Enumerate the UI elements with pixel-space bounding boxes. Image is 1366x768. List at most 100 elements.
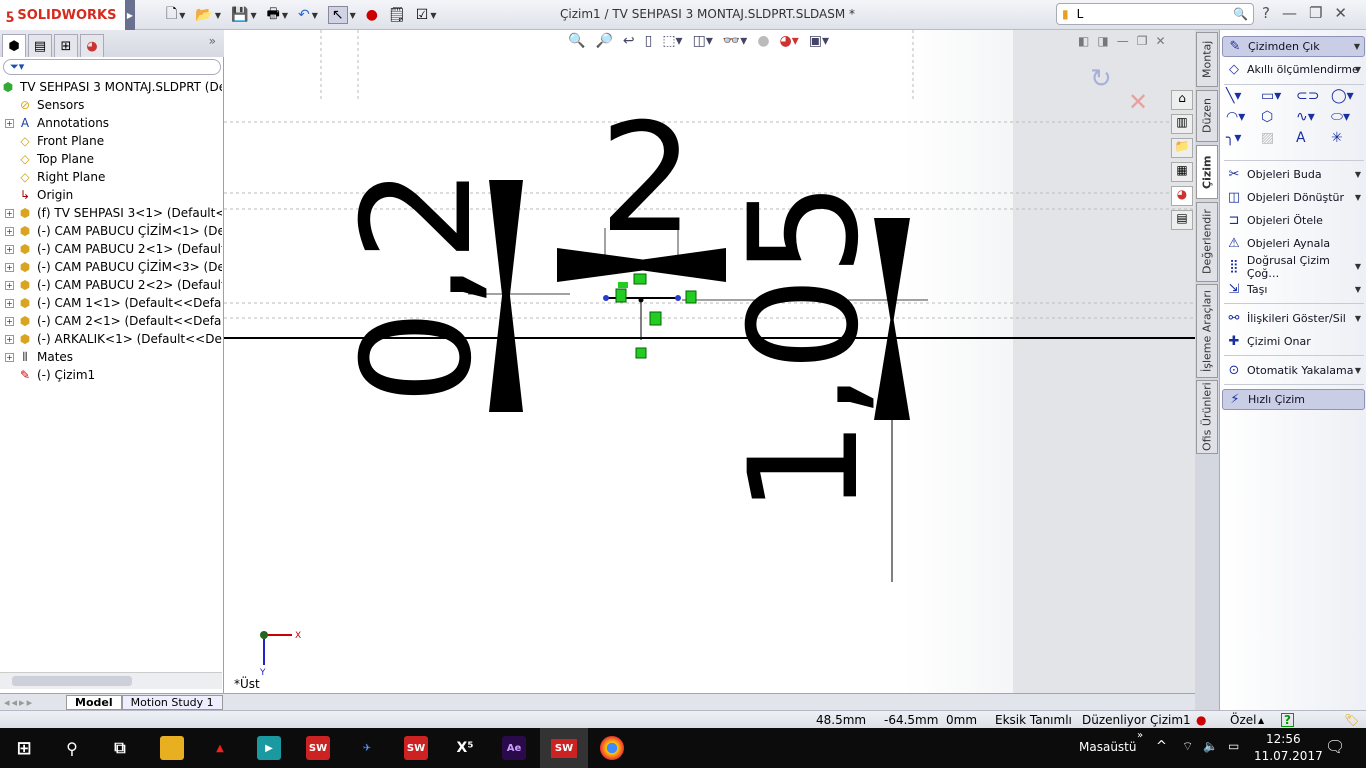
section-view-icon[interactable]: ▯: [645, 33, 653, 49]
clock-time[interactable]: 12:56: [1266, 732, 1301, 746]
action-center-icon[interactable]: 🗨: [1325, 737, 1345, 756]
chevron-down-icon[interactable]: ▼: [1355, 366, 1361, 375]
tree-item[interactable]: ◇ Front Plane: [0, 132, 222, 150]
search-input[interactable]: L: [1077, 7, 1225, 21]
home-icon[interactable]: ⌂: [1171, 90, 1193, 110]
display-manager-tab-icon[interactable]: ◕: [80, 34, 104, 57]
sketch-tool-button[interactable]: ⣿ Doğrusal Çizim Çoğ… ▼: [1222, 254, 1365, 280]
file-explorer-icon[interactable]: 📁: [1171, 138, 1193, 158]
tree-root[interactable]: ⬢ TV SEHPASI 3 MONTAJ.SLDPRT (Defa: [0, 78, 222, 96]
fillet-tool-icon[interactable]: ╮▾: [1226, 130, 1261, 146]
tree-item[interactable]: + ⬢ (-) CAM PABUCU 2<2> (Default<<: [0, 276, 222, 294]
tree-item[interactable]: + ⬢ (f) TV SEHPASI 3<1> (Default<<De: [0, 204, 222, 222]
search-icon[interactable]: ⚲: [60, 736, 84, 760]
expand-icon[interactable]: +: [5, 262, 14, 272]
task-view-icon[interactable]: ⧉: [108, 736, 132, 760]
sketch-tool-button[interactable]: ⊐ Objeleri Ötele: [1222, 210, 1365, 231]
horizontal-scrollbar[interactable]: [0, 672, 222, 689]
circle-tool-icon[interactable]: ◯▾: [1331, 88, 1366, 104]
toolbar-expand-icon[interactable]: »: [1137, 730, 1143, 741]
solidworks-icon[interactable]: SW: [306, 736, 330, 760]
tab-motion-study[interactable]: Motion Study 1: [121, 694, 223, 710]
sketch-tool-button[interactable]: ⚠ Objeleri Aynala: [1222, 233, 1365, 254]
slot-tool-icon[interactable]: ⊂⊃: [1296, 88, 1331, 104]
appearances-icon[interactable]: ◕: [1171, 186, 1193, 206]
search-icon[interactable]: 🔍: [1233, 7, 1248, 21]
view-orientation-icon[interactable]: ⬚▾: [662, 33, 682, 49]
expand-icon[interactable]: +: [5, 208, 14, 218]
expand-icon[interactable]: +: [5, 280, 14, 290]
tree-item[interactable]: + ⬢ (-) CAM PABUCU ÇİZİM<3> (Defa: [0, 258, 222, 276]
feature-manager-tab-icon[interactable]: ⬢: [2, 34, 26, 57]
tile-right-icon[interactable]: ◨: [1097, 34, 1108, 48]
solidworks-2016-icon[interactable]: SW: [404, 736, 428, 760]
chevron-down-icon[interactable]: ▼: [1354, 42, 1360, 51]
app-icon[interactable]: ▶: [257, 736, 281, 760]
expand-icon[interactable]: +: [5, 316, 14, 326]
solidworks-logo[interactable]: ƽ SOLIDWORKS: [0, 0, 125, 30]
print-icon[interactable]: 🖶: [267, 3, 280, 27]
dimension-1-05[interactable]: 1,05: [718, 181, 892, 515]
ellipse-tool-icon[interactable]: ⬭▾: [1331, 109, 1366, 125]
polygon-tool-icon[interactable]: ⬡: [1261, 109, 1296, 125]
expand-icon[interactable]: +: [5, 352, 14, 362]
search-box[interactable]: ▮ L 🔍: [1056, 3, 1254, 25]
sketch-tool-button[interactable]: ⚡ Hızlı Çizim: [1222, 389, 1365, 410]
expand-icon[interactable]: +: [5, 226, 14, 236]
text-tool-icon[interactable]: A: [1296, 130, 1331, 146]
chrome-icon[interactable]: [600, 736, 624, 760]
expand-icon[interactable]: +: [5, 118, 14, 128]
command-tab[interactable]: Montaj: [1196, 32, 1218, 87]
expand-icon[interactable]: +: [5, 334, 14, 344]
tree-item[interactable]: + A Annotations: [0, 114, 222, 132]
chevron-down-icon[interactable]: ▼: [430, 11, 436, 20]
tag-icon[interactable]: 🏷: [1344, 713, 1359, 727]
autocad-icon[interactable]: ▲: [208, 736, 232, 760]
file-explorer-icon[interactable]: [160, 736, 184, 760]
command-tab[interactable]: Değerlendir: [1196, 202, 1218, 282]
arc-tool-icon[interactable]: ◠▾: [1226, 109, 1261, 125]
command-tab[interactable]: Düzen: [1196, 90, 1218, 142]
view-palette-icon[interactable]: ▦: [1171, 162, 1193, 182]
tab-scroll-arrows[interactable]: ◂◂▸▸: [0, 696, 66, 709]
tree-item[interactable]: + ⬢ (-) CAM 2<1> (Default<<Default>: [0, 312, 222, 330]
desktop-toolbar-label[interactable]: Masaüstü: [1079, 740, 1136, 754]
restore-button[interactable]: ❐: [1309, 4, 1322, 22]
confirm-sketch-icon[interactable]: ↻: [1090, 64, 1112, 94]
command-tab[interactable]: Çizim: [1196, 145, 1218, 199]
close-doc-button[interactable]: ✕: [1155, 34, 1165, 48]
new-document-icon[interactable]: 🗋: [166, 3, 177, 27]
tree-item[interactable]: + ⬢ (-) CAM PABUCU 2<1> (Default<<: [0, 240, 222, 258]
clock-date[interactable]: 11.07.2017: [1254, 749, 1323, 763]
tile-left-icon[interactable]: ◧: [1078, 34, 1089, 48]
dimension-0-2[interactable]: 0,2: [331, 166, 505, 405]
open-icon[interactable]: 📂: [195, 7, 212, 23]
zoom-to-fit-icon[interactable]: 🔍: [568, 33, 585, 49]
command-tab[interactable]: Ofis Ürünleri: [1196, 380, 1218, 454]
configuration-manager-tab-icon[interactable]: ⊞: [54, 34, 78, 57]
chevron-down-icon[interactable]: ▼: [1355, 193, 1361, 202]
units-selector[interactable]: Özel: [1230, 713, 1256, 727]
spline-tool-icon[interactable]: ∿▾: [1296, 109, 1331, 125]
sketch-entity[interactable]: [603, 273, 697, 359]
custom-properties-icon[interactable]: ▤: [1171, 210, 1193, 230]
dimension-2[interactable]: 2: [599, 92, 694, 266]
tree-item[interactable]: ✎ (-) Çizim1: [0, 366, 222, 384]
tree-item[interactable]: ↳ Origin: [0, 186, 222, 204]
previous-view-icon[interactable]: ↩: [623, 33, 635, 49]
chevron-down-icon[interactable]: ▼: [1355, 65, 1361, 74]
wifi-icon[interactable]: ⌔: [1182, 739, 1193, 754]
exit-sketch-button[interactable]: ✎ Çizimden Çık ▼: [1222, 36, 1365, 57]
help-icon[interactable]: ?: [1281, 713, 1294, 727]
undo-icon[interactable]: ↶: [298, 7, 310, 23]
point-tool-icon[interactable]: ✳: [1331, 130, 1366, 146]
cancel-sketch-icon[interactable]: ✕: [1128, 88, 1148, 116]
options-icon[interactable]: ☑: [416, 7, 429, 23]
expand-icon[interactable]: +: [5, 244, 14, 254]
graphics-area[interactable]: 0,2 2 1,05 X Y *Üst ◧ ◨ — ❐ ✕ ↻ ✕ ⌂ ▥ 📁 ▦ ◕ …: [224, 30, 1195, 693]
apply-scene-icon[interactable]: ◕▾: [780, 33, 799, 49]
restore-doc-button[interactable]: ❐: [1137, 34, 1148, 48]
chevron-down-icon[interactable]: ▼: [282, 11, 288, 20]
rebuild-traffic-light-icon[interactable]: ●: [366, 7, 378, 23]
solidworks-active-icon[interactable]: SW: [540, 728, 588, 768]
